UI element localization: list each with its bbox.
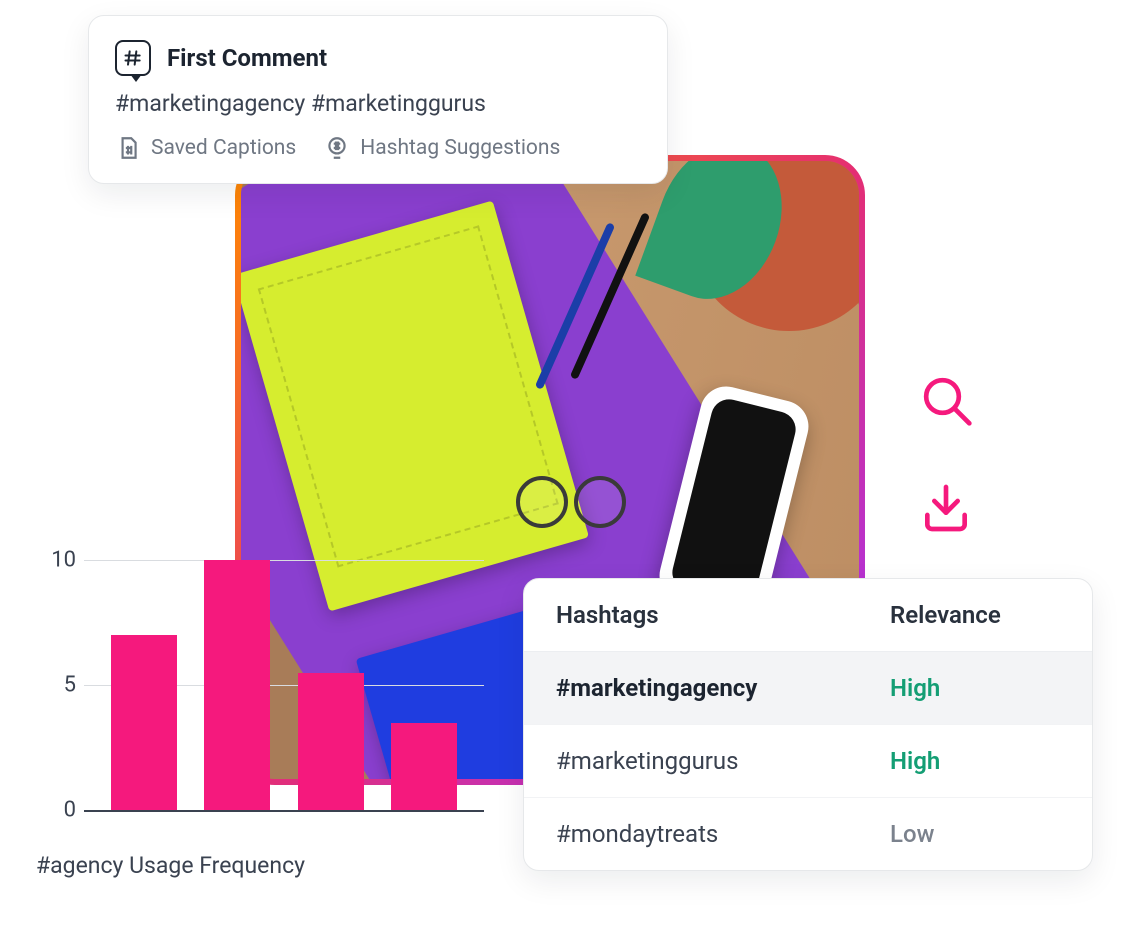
hashtag-cell: #mondaytreats <box>556 820 890 848</box>
chart-bar <box>391 723 457 811</box>
relevance-cell: High <box>890 674 1060 702</box>
relevance-cell: High <box>890 747 1060 775</box>
chart-bar <box>111 635 177 810</box>
header-relevance: Relevance <box>890 601 1060 629</box>
saved-captions-button[interactable]: Saved Captions <box>115 135 296 161</box>
table-header-row: Hashtags Relevance <box>524 579 1092 652</box>
usage-frequency-chart: 0510 #agency Usage Frequency <box>18 560 498 880</box>
chart-y-tick: 5 <box>64 673 76 698</box>
table-row[interactable]: #marketingagencyHigh <box>524 652 1092 724</box>
side-icon-bar <box>916 370 976 538</box>
canvas: First Comment #marketingagency #marketin… <box>0 0 1136 947</box>
first-comment-text[interactable]: #marketingagency #marketinggurus <box>115 90 641 117</box>
hashtag-suggestions-button[interactable]: Hashtag Suggestions <box>324 135 560 161</box>
search-icon <box>918 372 974 428</box>
first-comment-card: First Comment #marketingagency #marketin… <box>88 15 668 184</box>
hashtag-comment-icon <box>115 40 151 76</box>
document-hash-icon <box>115 135 141 161</box>
table-row[interactable]: #marketinggurusHigh <box>524 724 1092 797</box>
hashtag-cell: #marketingagency <box>556 674 890 702</box>
relevance-cell: Low <box>890 820 1060 848</box>
chart-x-axis <box>84 810 484 812</box>
chart-y-tick: 10 <box>51 548 76 573</box>
chart-y-axis: 0510 <box>34 560 84 820</box>
hashtag-relevance-table: Hashtags Relevance #marketingagencyHigh#… <box>523 578 1093 871</box>
download-icon <box>918 480 974 536</box>
chart-label: #agency Usage Frequency <box>36 852 305 879</box>
first-comment-title: First Comment <box>167 44 327 72</box>
table-row[interactable]: #mondaytreatsLow <box>524 797 1092 870</box>
hashtag-cell: #marketinggurus <box>556 747 890 775</box>
download-button[interactable] <box>916 478 976 538</box>
chart-bar <box>204 560 270 810</box>
chart-gridline <box>84 560 484 561</box>
chart-y-tick: 0 <box>64 798 76 823</box>
saved-captions-label: Saved Captions <box>151 136 296 160</box>
chart-bar <box>298 673 364 811</box>
chart-plot-area <box>84 560 484 820</box>
search-button[interactable] <box>916 370 976 430</box>
lightbulb-hash-icon <box>324 135 350 161</box>
hashtag-suggestions-label: Hashtag Suggestions <box>360 136 560 160</box>
header-hashtags: Hashtags <box>556 601 890 629</box>
